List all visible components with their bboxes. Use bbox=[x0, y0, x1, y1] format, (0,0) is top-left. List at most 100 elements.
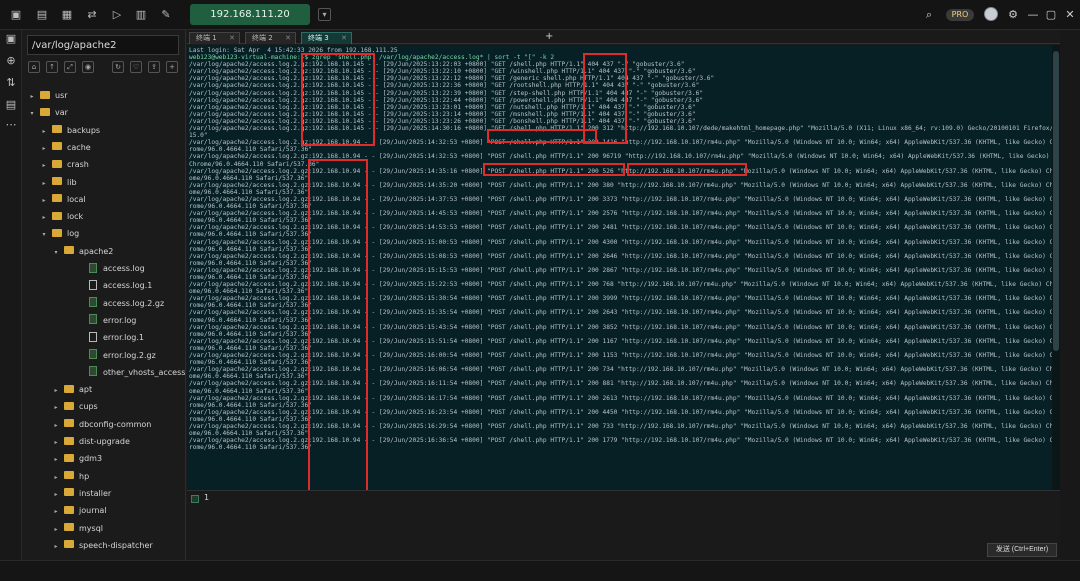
vip-badge[interactable]: PRO bbox=[946, 9, 974, 21]
search-icon[interactable]: ⌕ bbox=[922, 8, 936, 22]
close-icon[interactable]: ✕ bbox=[229, 33, 235, 44]
tree-item[interactable]: ▸ usr bbox=[28, 87, 68, 104]
folder-icon bbox=[64, 523, 74, 531]
tree-item-label: access.log.2.gz bbox=[103, 298, 165, 308]
logs-icon[interactable]: ▤ bbox=[4, 98, 18, 112]
folder-icon[interactable]: ▣ bbox=[10, 9, 22, 21]
wrench-icon[interactable]: ✎ bbox=[160, 9, 172, 21]
chevron-right-icon[interactable]: ▸ bbox=[52, 538, 60, 555]
scroll-thumb[interactable] bbox=[1053, 51, 1059, 351]
chevron-right-icon[interactable]: ▸ bbox=[40, 123, 48, 140]
tree-item[interactable]: ▸ local bbox=[40, 191, 86, 208]
chevron-right-icon[interactable]: ▸ bbox=[40, 157, 48, 174]
tree-item[interactable]: error.log.1 bbox=[76, 329, 144, 346]
chevron-right-icon[interactable]: ▸ bbox=[52, 434, 60, 451]
tree-item[interactable]: error.log bbox=[76, 312, 136, 329]
add-tab-icon[interactable]: + bbox=[545, 31, 553, 42]
folder-icon bbox=[64, 246, 74, 255]
maximize-icon[interactable]: ▢ bbox=[1044, 8, 1058, 22]
chevron-right-icon[interactable]: ▸ bbox=[52, 399, 60, 416]
tree-item[interactable]: access.log bbox=[76, 260, 145, 277]
upload-icon[interactable]: ⇪ bbox=[148, 61, 160, 73]
tree-item[interactable]: ▾ apache2 bbox=[52, 243, 113, 260]
tree-item[interactable]: ▾ var bbox=[28, 104, 68, 121]
chevron-right-icon[interactable]: ▸ bbox=[52, 451, 60, 468]
tree-item[interactable]: access.log.2.gz bbox=[76, 295, 164, 312]
tree-item-label: apache2 bbox=[79, 246, 114, 256]
tab-terminal-1[interactable]: 终端 1 ✕ bbox=[189, 32, 240, 44]
tree-item[interactable]: ▸ cups bbox=[52, 398, 98, 415]
up-icon[interactable]: ↑ bbox=[46, 61, 58, 73]
chevron-right-icon[interactable]: ▸ bbox=[52, 503, 60, 520]
tree-item[interactable]: ▸ dist-upgrade bbox=[52, 433, 130, 450]
chevron-right-icon[interactable]: ▸ bbox=[40, 209, 48, 226]
tab-terminal-3[interactable]: 终端 3 ✕ bbox=[301, 32, 352, 44]
tree-item-label: other_vhosts_access.log bbox=[103, 367, 186, 377]
grid-icon[interactable]: ▦ bbox=[61, 9, 73, 21]
document-icon[interactable]: ▥ bbox=[135, 9, 147, 21]
tree-item[interactable]: ▸ journal bbox=[52, 502, 107, 519]
chevron-right-icon[interactable]: ▸ bbox=[40, 140, 48, 157]
files-icon[interactable]: ▣ bbox=[4, 32, 18, 46]
expand-icon[interactable]: ⤢ bbox=[64, 61, 76, 73]
new-file-icon[interactable]: ▤ bbox=[36, 9, 48, 21]
network-icon[interactable]: ⇄ bbox=[86, 9, 98, 21]
close-icon[interactable]: ✕ bbox=[285, 33, 291, 44]
tree-item[interactable]: ▾ log bbox=[40, 225, 79, 242]
favorite-icon[interactable]: ♡ bbox=[130, 61, 142, 73]
tree-item[interactable]: ▸ dbconfig-common bbox=[52, 416, 151, 433]
close-icon[interactable]: ✕ bbox=[341, 33, 347, 44]
settings-icon[interactable]: ⚙ bbox=[1006, 8, 1020, 22]
tree-item[interactable]: ▸ installer bbox=[52, 485, 111, 502]
chevron-right-icon[interactable]: ▸ bbox=[52, 521, 60, 538]
tab-terminal-2[interactable]: 终端 2 ✕ bbox=[245, 32, 296, 44]
tree-item-label: journal bbox=[79, 506, 107, 516]
add-icon[interactable]: + bbox=[166, 61, 178, 73]
tree-item[interactable]: ▸ gdm3 bbox=[52, 450, 102, 467]
terminal-output[interactable]: Last login: Sat Apr 4 15:42:33 2026 from… bbox=[187, 45, 1052, 490]
refresh-icon[interactable]: ↻ bbox=[112, 61, 124, 73]
tree-item[interactable]: ▸ hp bbox=[52, 468, 89, 485]
chevron-right-icon[interactable]: ▸ bbox=[52, 469, 60, 486]
avatar[interactable] bbox=[984, 7, 998, 21]
chevron-right-icon[interactable]: ▸ bbox=[52, 417, 60, 434]
tree-item[interactable]: error.log.2.gz bbox=[76, 347, 156, 364]
tree-item[interactable]: ▸ backups bbox=[40, 122, 100, 139]
host-tab[interactable]: 192.168.111.20 bbox=[190, 4, 310, 25]
chevron-down-icon[interactable]: ▾ bbox=[318, 8, 331, 21]
tree-item[interactable]: ▸ cache bbox=[40, 139, 91, 156]
tree-item[interactable]: ▸ lock bbox=[40, 208, 83, 225]
send-button[interactable]: 发送 (Ctrl+Enter) bbox=[987, 543, 1057, 557]
tree-item[interactable]: access.log.1 bbox=[76, 277, 152, 294]
command-editor[interactable]: 1 发送 (Ctrl+Enter) bbox=[187, 490, 1060, 560]
chevron-right-icon[interactable]: ▸ bbox=[52, 486, 60, 503]
chevron-down-icon[interactable]: ▾ bbox=[28, 105, 36, 122]
chevron-down-icon[interactable]: ▾ bbox=[52, 244, 60, 261]
tree-item[interactable]: ▸ crash bbox=[40, 156, 89, 173]
connections-icon[interactable]: ⊕ bbox=[4, 54, 18, 68]
chevron-down-icon[interactable]: ▾ bbox=[40, 226, 48, 243]
terminal-scrollbar[interactable] bbox=[1052, 45, 1060, 490]
folder-icon bbox=[64, 540, 74, 549]
close-icon[interactable]: ✕ bbox=[1063, 8, 1077, 22]
tree-item[interactable]: ▸ mysql bbox=[52, 520, 103, 537]
chevron-right-icon[interactable]: ▸ bbox=[28, 88, 36, 105]
minimize-icon[interactable]: — bbox=[1026, 8, 1040, 22]
play-icon[interactable]: ▷ bbox=[111, 9, 123, 21]
transfer-icon[interactable]: ⇅ bbox=[4, 76, 18, 90]
chevron-right-icon[interactable]: ▸ bbox=[52, 382, 60, 399]
tree-item[interactable]: ▸ speech-dispatcher bbox=[52, 537, 153, 554]
tree-item-label: installer bbox=[79, 488, 112, 498]
more-icon[interactable]: ⋯ bbox=[4, 118, 18, 132]
chevron-right-icon[interactable]: ▸ bbox=[40, 192, 48, 209]
home-icon[interactable]: ⌂ bbox=[28, 61, 40, 73]
tree-item[interactable]: ▸ apt bbox=[52, 381, 92, 398]
file-icon bbox=[89, 331, 97, 342]
chevron-right-icon[interactable]: ▸ bbox=[40, 175, 48, 192]
file-icon bbox=[89, 366, 97, 377]
tree-item[interactable]: ▸ lib bbox=[40, 174, 77, 191]
tree-item[interactable]: other_vhosts_access.log bbox=[76, 364, 186, 381]
path-input[interactable] bbox=[27, 35, 179, 55]
view-icon[interactable]: ◉ bbox=[82, 61, 94, 73]
tree-item-label: lib bbox=[67, 177, 77, 187]
